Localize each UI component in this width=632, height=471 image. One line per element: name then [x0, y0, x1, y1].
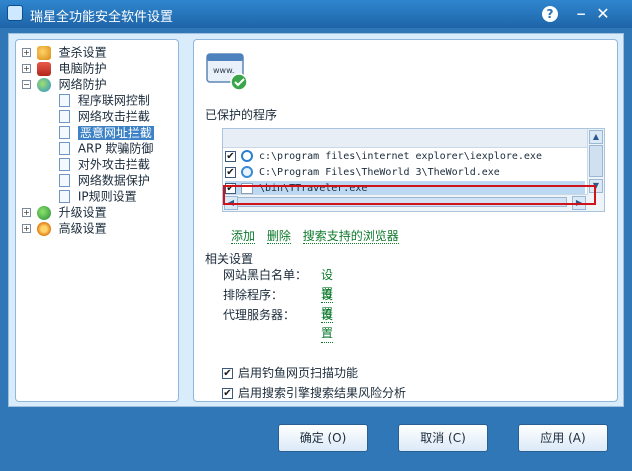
tree-item-label: 程序联网控制 — [77, 93, 150, 108]
scroll-up-icon[interactable]: ▲ — [589, 130, 603, 144]
scroll-thumb[interactable] — [589, 145, 603, 177]
tree-item-label: 网络数据保护 — [77, 173, 150, 188]
list-actions: 添加 删除 搜索支持的浏览器 — [231, 227, 407, 244]
phishing-scan-label: 启用钓鱼网页扫描功能 — [238, 366, 359, 380]
proxy-setting-row: 代理服务器： 设置 — [223, 306, 334, 343]
document-icon — [59, 142, 70, 155]
proxy-server-label: 代理服务器： — [223, 308, 296, 322]
tree-item-advanced-settings[interactable]: + 高级设置 — [22, 220, 107, 236]
tree-item-network-data-protection[interactable]: 网络数据保护 — [59, 172, 150, 188]
tree-item-label: IP规则设置 — [77, 189, 137, 204]
tree-item-label: 高级设置 — [58, 221, 107, 236]
add-program-link[interactable]: 添加 — [231, 229, 256, 244]
window-title: 瑞星全功能安全软件设置 — [30, 10, 174, 25]
tree-item-label: 升级设置 — [58, 205, 107, 220]
cancel-button[interactable]: 取消 (C) — [398, 424, 488, 452]
url-blacklist-setting-row: 网站黑白名单： 设置 — [223, 266, 334, 303]
expand-icon[interactable]: + — [22, 64, 31, 73]
tree-item-update-settings[interactable]: + 升级设置 — [22, 204, 107, 220]
search-risk-analysis-option[interactable]: ✔ 启用搜索引擎搜索结果风险分析 — [222, 384, 406, 402]
theworld-icon — [241, 166, 253, 178]
phishing-scan-option[interactable]: ✔ 启用钓鱼网页扫描功能 — [222, 364, 358, 382]
program-path: c:\program files\internet explorer\iexpl… — [259, 151, 542, 162]
globe-icon — [36, 77, 51, 92]
help-icon[interactable]: ? — [542, 6, 558, 22]
excluded-programs-label: 排除程序： — [223, 288, 284, 302]
content-area: + 查杀设置 + 电脑防护 − 网络防护 程序联网控制 网络攻击拦截 恶意网址拦… — [8, 33, 624, 407]
program-checkbox[interactable]: ✔ — [225, 150, 236, 162]
document-icon — [59, 126, 70, 139]
update-check-icon — [36, 205, 51, 220]
close-button[interactable]: ✕ — [594, 5, 612, 23]
search-risk-analysis-checkbox[interactable]: ✔ — [222, 388, 233, 399]
tree-item-label: ARP 欺骗防御 — [77, 141, 154, 156]
www-text: www. — [213, 66, 234, 75]
tree-item-label: 网络防护 — [58, 77, 107, 92]
excluded-programs-setting-row: 排除程序： 设置 — [223, 286, 334, 323]
search-risk-analysis-label: 启用搜索引擎搜索结果风险分析 — [238, 386, 407, 400]
document-icon — [59, 110, 70, 123]
title-bar[interactable]: 瑞星全功能安全软件设置 ? − ✕ — [0, 0, 632, 28]
url-blacklist-label: 网站黑白名单： — [223, 268, 308, 282]
program-row[interactable]: ✔ c:\program files\internet explorer\iexp… — [225, 149, 585, 165]
shield-hand-icon — [36, 61, 51, 76]
phishing-scan-checkbox[interactable]: ✔ — [222, 368, 233, 379]
highlight-annotation-box — [223, 185, 596, 205]
expand-icon[interactable]: + — [22, 208, 31, 217]
list-header — [223, 129, 588, 148]
program-path: C:\Program Files\TheWorld 3\TheWorld.exe — [259, 167, 500, 178]
tree-item-network-protection[interactable]: − 网络防护 — [22, 76, 107, 92]
related-settings-title: 相关设置 — [205, 252, 254, 266]
collapse-icon[interactable]: − — [22, 80, 31, 89]
program-row[interactable]: ✔ C:\Program Files\TheWorld 3\TheWorld.ex… — [225, 165, 585, 181]
settings-tree-panel: + 查杀设置 + 电脑防护 − 网络防护 程序联网控制 网络攻击拦截 恶意网址拦… — [15, 39, 179, 402]
tree-item-outbound-attack-block[interactable]: 对外攻击拦截 — [59, 156, 150, 172]
tree-item-label: 网络攻击拦截 — [77, 109, 150, 124]
malicious-url-settings-panel: www. 已保护的程序 ✔ c:\program files\internet e… — [193, 39, 618, 402]
tree-item-label: 恶意网址拦截 — [77, 125, 154, 140]
protected-programs-title: 已保护的程序 — [205, 108, 278, 122]
gear-icon — [36, 221, 51, 236]
search-supported-browsers-link[interactable]: 搜索支持的浏览器 — [302, 229, 399, 244]
expand-icon[interactable]: + — [22, 48, 31, 57]
minimize-button[interactable]: − — [572, 5, 590, 23]
document-icon — [59, 94, 70, 107]
expand-icon[interactable]: + — [22, 224, 31, 233]
tree-item-pc-protection[interactable]: + 电脑防护 — [22, 60, 107, 76]
scan-magnifier-icon — [36, 45, 51, 60]
tree-item-ip-rules[interactable]: IP规则设置 — [59, 188, 137, 204]
tree-item-label: 查杀设置 — [58, 45, 107, 60]
document-icon — [59, 174, 70, 187]
tree-item-label: 电脑防护 — [58, 61, 107, 76]
ie-icon — [241, 150, 253, 162]
proxy-server-settings-link[interactable]: 设置 — [321, 306, 334, 343]
apply-button[interactable]: 应用 (A) — [518, 424, 608, 452]
tree-item-label: 对外攻击拦截 — [77, 157, 150, 172]
document-icon — [59, 190, 70, 203]
delete-program-link[interactable]: 删除 — [266, 229, 291, 244]
tree-item-program-network-control[interactable]: 程序联网控制 — [59, 92, 150, 108]
web-browser-shield-icon: www. — [206, 53, 248, 91]
document-icon — [59, 158, 70, 171]
tree-item-scan-settings[interactable]: + 查杀设置 — [22, 44, 107, 60]
tree-item-arp-defense[interactable]: ARP 欺骗防御 — [59, 140, 153, 156]
app-logo-icon — [7, 5, 23, 21]
ok-button[interactable]: 确定 (O) — [278, 424, 368, 452]
tree-item-malicious-url-block[interactable]: 恶意网址拦截 — [59, 124, 154, 140]
program-checkbox[interactable]: ✔ — [225, 166, 236, 178]
tree-item-network-attack-block[interactable]: 网络攻击拦截 — [59, 108, 150, 124]
settings-window: 瑞星全功能安全软件设置 ? − ✕ + 查杀设置 + 电脑防护 − 网络防护 程… — [0, 0, 632, 471]
